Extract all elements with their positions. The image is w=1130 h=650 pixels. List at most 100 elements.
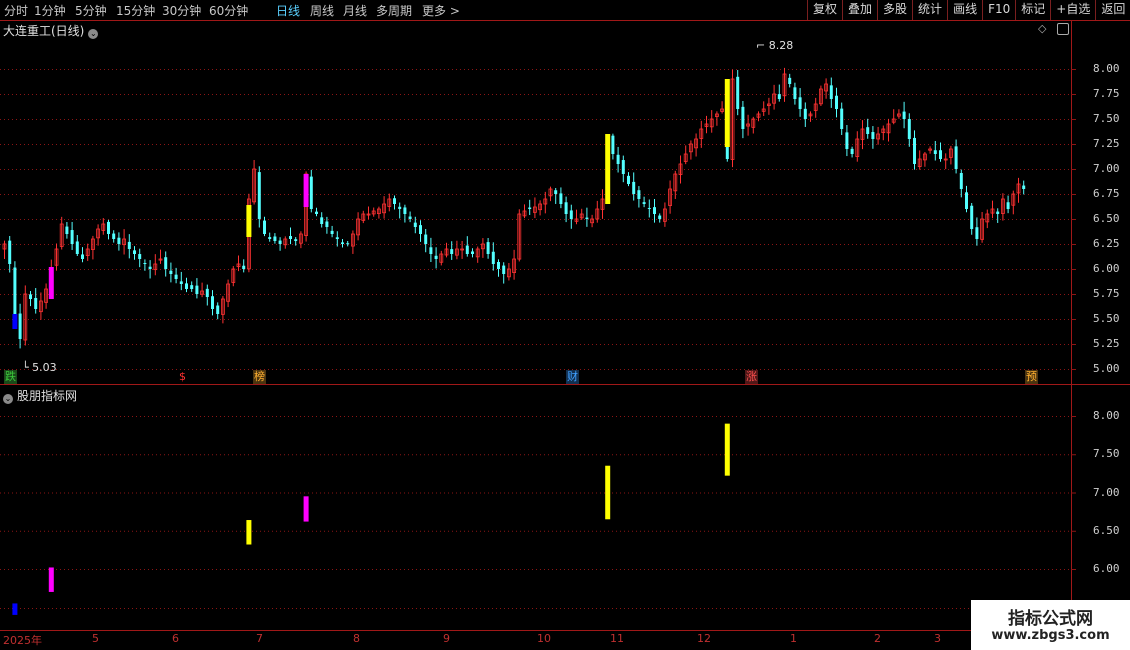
candle-body — [294, 239, 298, 241]
candle-body — [871, 132, 875, 139]
candle-body — [434, 255, 438, 259]
candle-body — [325, 221, 329, 227]
candle-body — [611, 135, 615, 154]
high-annotation: ⌐ 8.28 — [756, 39, 794, 52]
date-label: 3 — [934, 632, 941, 645]
candle-body — [257, 172, 261, 219]
candle-body — [393, 198, 396, 204]
candle-body — [902, 111, 906, 119]
candle-body — [29, 294, 32, 299]
candle-body — [829, 85, 833, 99]
event-marker-forecast[interactable]: 预 — [1025, 370, 1038, 384]
candle-body — [419, 225, 422, 234]
candle-body — [107, 221, 110, 234]
candle-body — [939, 150, 942, 159]
candle-body — [777, 94, 781, 99]
candle-body — [413, 222, 417, 227]
candle-body — [335, 237, 339, 239]
candle-body — [148, 266, 152, 269]
candle-body — [913, 137, 916, 164]
candle-body — [268, 237, 272, 239]
event-marker-drop[interactable]: 跌 — [4, 370, 17, 384]
candle-body — [195, 285, 199, 294]
candle-body — [866, 127, 870, 134]
watermark-url: www.zbgs3.com — [991, 628, 1110, 643]
candle-body — [75, 241, 79, 254]
candle-body — [621, 160, 625, 174]
date-label: 11 — [610, 632, 624, 645]
candle-body — [216, 305, 220, 314]
candlestick-chart — [0, 67, 1076, 615]
candle-body — [569, 210, 573, 219]
candle-body — [564, 202, 568, 214]
date-label: 10 — [537, 632, 551, 645]
high-value: 8.28 — [768, 39, 794, 52]
candle-body — [169, 270, 173, 274]
candle-body — [190, 285, 194, 289]
candle-body — [585, 217, 589, 219]
candle-body — [34, 297, 38, 309]
candle-body — [403, 207, 407, 214]
candle-body — [205, 288, 209, 297]
candle-body — [211, 296, 214, 309]
candle-body — [424, 234, 428, 244]
date-label: 2 — [874, 632, 881, 645]
candle-body — [933, 150, 937, 154]
indicator-bar — [303, 496, 309, 522]
date-label: 2025年 — [3, 634, 42, 647]
candle-body — [81, 254, 84, 259]
candle-body — [642, 202, 646, 204]
signal-bar — [246, 205, 252, 237]
candle-body — [850, 148, 854, 154]
candle-body — [736, 76, 740, 109]
low-annotation: └ 5.03 — [22, 361, 57, 374]
candle-body — [497, 261, 500, 269]
candle-body — [278, 240, 282, 244]
candle-body — [341, 242, 344, 244]
event-marker-dollar[interactable]: $ — [178, 370, 187, 384]
candle-body — [959, 172, 963, 189]
date-label: 12 — [697, 632, 711, 645]
indicator-bar — [724, 423, 730, 476]
candle-body — [528, 207, 532, 209]
event-marker-finance[interactable]: 财 — [566, 370, 579, 384]
candle-body — [845, 132, 849, 149]
candle-body — [346, 243, 350, 245]
candle-body — [65, 226, 69, 234]
candle-body — [398, 206, 402, 209]
watermark-title: 指标公式网 — [1008, 609, 1093, 629]
candle-body — [975, 227, 979, 239]
candle-body — [970, 205, 974, 229]
watermark: 指标公式网 www.zbgs3.com — [971, 600, 1130, 650]
candle-body — [554, 190, 558, 194]
candle-body — [273, 236, 277, 241]
event-marker-rise[interactable]: 涨 — [745, 370, 758, 384]
candle-body — [491, 251, 495, 264]
candle-body — [450, 249, 454, 254]
candle-body — [741, 106, 745, 129]
candle-body — [164, 257, 168, 269]
event-marker-board[interactable]: 榜 — [253, 370, 266, 384]
indicator-bar — [48, 567, 54, 592]
candle-body — [117, 237, 121, 244]
candle-body — [954, 146, 958, 169]
candle-body — [133, 250, 136, 254]
candle-body — [320, 217, 324, 224]
candle-body — [13, 267, 17, 314]
candle-body — [242, 265, 246, 269]
candle-body — [315, 211, 318, 214]
candle-body — [840, 108, 844, 129]
date-label: 9 — [443, 632, 450, 645]
candle-body — [8, 240, 12, 264]
candle-body — [143, 262, 147, 264]
candle-body — [658, 215, 662, 219]
candle-body — [174, 274, 178, 279]
candle-body — [330, 230, 334, 234]
candle-body — [127, 241, 131, 249]
candle-body — [835, 95, 838, 109]
candle-body — [798, 97, 802, 109]
candle-body — [965, 192, 968, 209]
candle-body — [637, 190, 641, 199]
indicator-bar — [246, 520, 252, 545]
signal-bar — [303, 174, 309, 207]
